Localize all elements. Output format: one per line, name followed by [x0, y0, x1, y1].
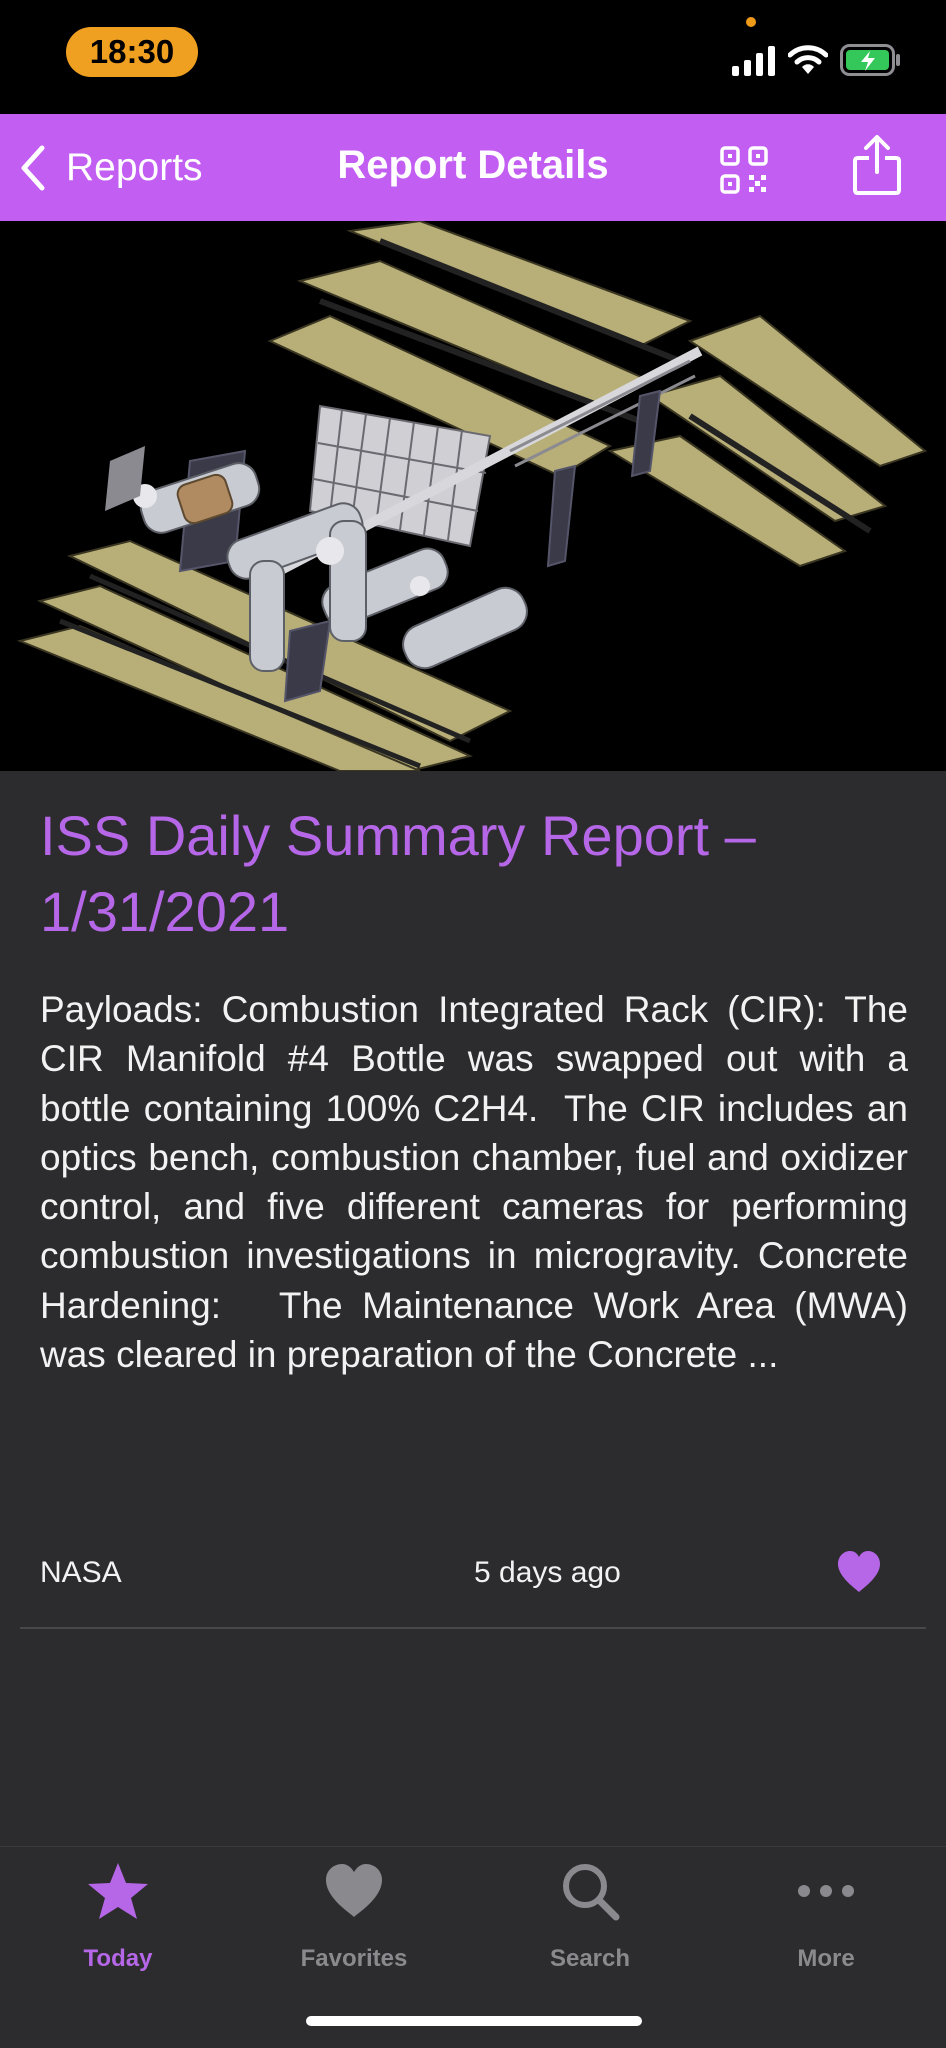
qr-code-icon[interactable]	[720, 146, 768, 194]
chevron-left-icon	[21, 145, 45, 191]
space-station-image	[0, 221, 946, 771]
tab-label: Favorites	[300, 1945, 408, 1972]
navigation-bar: Reports Report Details	[0, 114, 946, 221]
article-meta: NASA 5 days ago	[40, 1548, 906, 1600]
article-body: Payloads: Combustion Integrated Rack (CI…	[40, 989, 919, 1376]
status-bar: 18:30	[0, 0, 946, 114]
share-icon[interactable]	[852, 134, 902, 196]
tab-search[interactable]: Search	[472, 1847, 708, 1977]
article-title[interactable]: ISS Daily Summary Report – 1/31/2021	[40, 798, 910, 950]
heart-filled-icon[interactable]	[836, 1550, 882, 1594]
search-icon	[563, 1864, 620, 1921]
back-button[interactable]: Reports	[18, 138, 203, 198]
report-details-screen: 18:30 Reports Report Details ISS Daily S…	[0, 0, 946, 2048]
tab-today[interactable]: Today	[0, 1847, 236, 1977]
home-indicator[interactable]	[306, 2016, 642, 2026]
signal-icon	[732, 46, 775, 76]
tab-favorites[interactable]: Favorites	[236, 1847, 472, 1977]
divider	[20, 1627, 926, 1629]
source-label: NASA	[40, 1556, 122, 1589]
privacy-indicator-dot	[746, 17, 756, 27]
ellipsis-icon	[798, 1885, 854, 1897]
tab-label: Search	[549, 1945, 631, 1972]
date-label: 5 days ago	[474, 1556, 621, 1589]
back-label: Reports	[66, 146, 203, 189]
wifi-icon	[788, 45, 828, 74]
star-icon	[88, 1863, 148, 1919]
tab-label: More	[797, 1945, 855, 1972]
status-time: 18:30	[66, 27, 198, 77]
tab-more[interactable]: More	[708, 1847, 944, 1977]
battery-charging-icon	[840, 44, 900, 76]
heart-icon	[326, 1864, 382, 1917]
tab-label: Today	[83, 1945, 153, 1972]
